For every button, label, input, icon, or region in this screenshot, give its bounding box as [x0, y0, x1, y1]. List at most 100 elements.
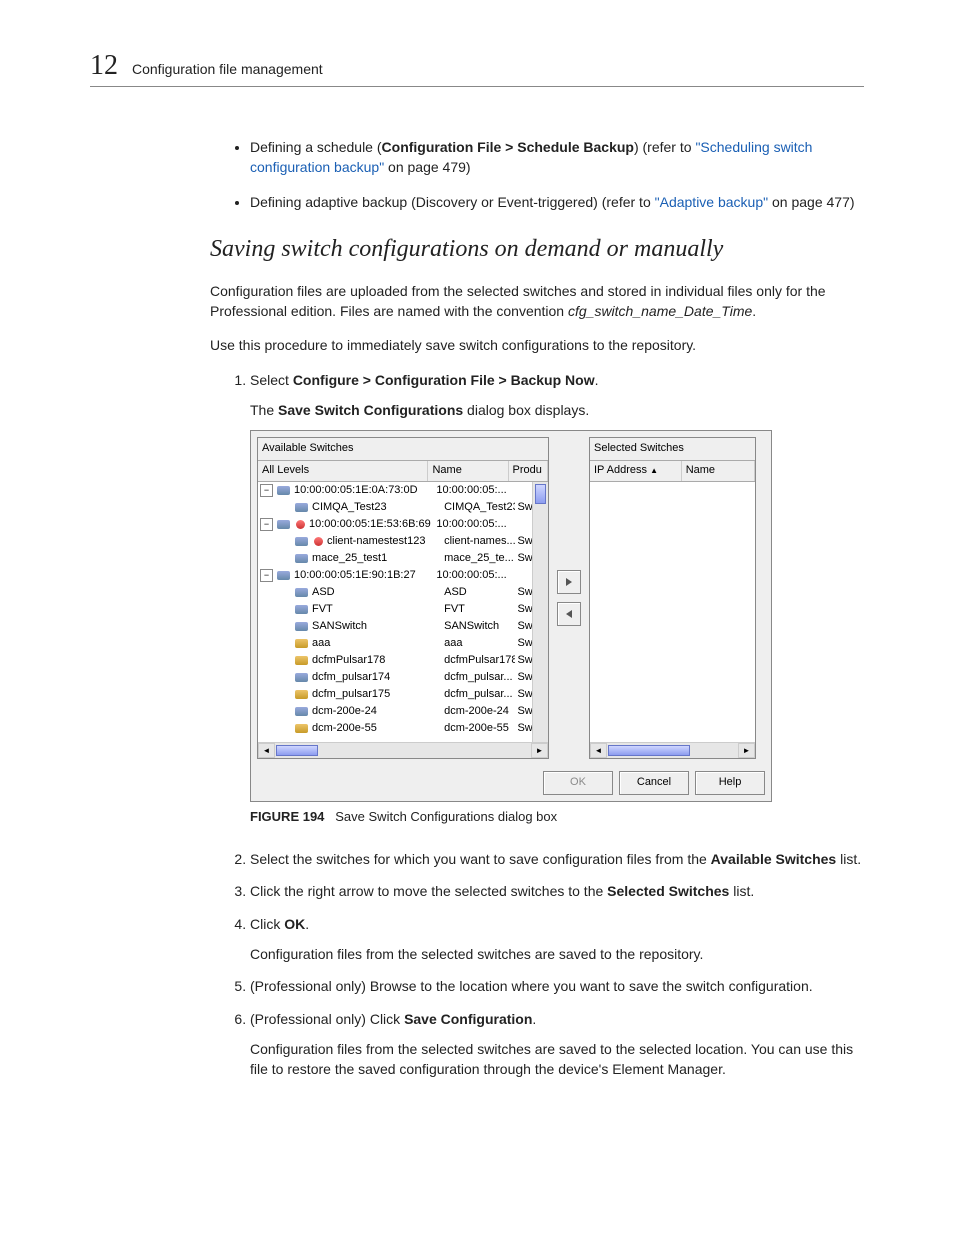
- row-name: aaa: [442, 636, 515, 652]
- chapter-title: Configuration file management: [132, 61, 323, 77]
- tree-row[interactable]: − 10:00:00:05:1E:53:6B:6910:00:00:05:...: [258, 516, 548, 533]
- xref-link[interactable]: "Adaptive backup": [655, 194, 768, 210]
- tree-row[interactable]: CIMQA_Test23CIMQA_Test23Switc: [258, 499, 548, 516]
- tree-row[interactable]: ASDASDSwitc: [258, 584, 548, 601]
- text: .: [532, 1011, 536, 1027]
- text: on page 479): [384, 159, 470, 175]
- figure-label: FIGURE 194: [250, 809, 324, 824]
- col-name[interactable]: Name: [428, 461, 508, 481]
- switch-icon: [295, 554, 308, 563]
- tree-row[interactable]: client-namestest123client-names...Switc: [258, 533, 548, 550]
- scrollbar-thumb[interactable]: [535, 484, 546, 504]
- tree-row[interactable]: dcm-200e-24dcm-200e-24Switc: [258, 703, 548, 720]
- step-sub: Configuration files from the selected sw…: [250, 944, 864, 964]
- move-right-button[interactable]: [557, 570, 581, 594]
- move-left-button[interactable]: [557, 602, 581, 626]
- panel-title: Available Switches: [258, 438, 548, 461]
- scrollbar-thumb[interactable]: [276, 745, 318, 756]
- selected-body[interactable]: [590, 482, 755, 742]
- chapter-number: 12: [90, 50, 118, 82]
- row-name: client-names...: [442, 534, 515, 550]
- horizontal-scrollbar[interactable]: ◄ ►: [258, 742, 548, 758]
- row-name: ASD: [442, 585, 515, 601]
- scroll-right-icon[interactable]: ►: [738, 743, 755, 758]
- chevron-right-icon: [564, 577, 574, 587]
- bullet-list: Defining a schedule (Configuration File …: [210, 137, 864, 212]
- available-switches-panel: Available Switches All Levels Name Produ…: [257, 437, 549, 759]
- selected-switches-panel: Selected Switches IP Address ▲ Name ◄: [589, 437, 756, 759]
- text: Click the right arrow to move the select…: [250, 883, 607, 899]
- col-levels[interactable]: All Levels: [258, 461, 428, 481]
- cancel-button[interactable]: Cancel: [619, 771, 689, 795]
- row-label: 10:00:00:05:1E:53:6B:69: [309, 517, 431, 533]
- text: on page 477): [768, 194, 854, 210]
- ui-label: Selected Switches: [607, 883, 729, 899]
- vertical-scrollbar[interactable]: [532, 482, 548, 742]
- tree-row[interactable]: dcfm_pulsar175dcfm_pulsar...Switc: [258, 686, 548, 703]
- step-item: Select the switches for which you want t…: [250, 849, 864, 869]
- row-name: 10:00:00:05:...: [434, 517, 513, 533]
- col-name[interactable]: Name: [682, 461, 755, 481]
- switch-icon: [295, 537, 308, 546]
- tree-row[interactable]: − 10:00:00:05:1E:0A:73:0D10:00:00:05:...: [258, 482, 548, 499]
- tree-toggle-icon[interactable]: −: [260, 518, 273, 531]
- column-headers: IP Address ▲ Name: [590, 461, 755, 482]
- bullet-item: Defining adaptive backup (Discovery or E…: [250, 192, 864, 212]
- tree-row[interactable]: aaaaaaSwitc: [258, 635, 548, 652]
- row-name: SANSwitch: [442, 619, 515, 635]
- help-button[interactable]: Help: [695, 771, 765, 795]
- ui-label: OK: [284, 916, 305, 932]
- row-name: FVT: [442, 602, 515, 618]
- status-dot-icon: [296, 520, 305, 529]
- paragraph: Configuration files are uploaded from th…: [210, 281, 864, 322]
- row-label: CIMQA_Test23: [312, 500, 387, 516]
- tree-row[interactable]: dcfmPulsar178dcfmPulsar178Switc: [258, 652, 548, 669]
- scroll-right-icon[interactable]: ►: [531, 743, 548, 758]
- horizontal-scrollbar[interactable]: ◄ ►: [590, 742, 755, 758]
- row-label: dcm-200e-24: [312, 704, 377, 720]
- row-label: mace_25_test1: [312, 551, 387, 567]
- bullet-item: Defining a schedule (Configuration File …: [250, 137, 864, 178]
- tree-row[interactable]: dcfm_pulsar174dcfm_pulsar...Switc: [258, 669, 548, 686]
- step-item: Click the right arrow to move the select…: [250, 881, 864, 901]
- row-label: 10:00:00:05:1E:0A:73:0D: [294, 483, 418, 499]
- switch-icon: [295, 639, 308, 648]
- scrollbar-thumb[interactable]: [608, 745, 690, 756]
- status-dot-icon: [314, 537, 323, 546]
- text: .: [305, 916, 309, 932]
- page-header: 12 Configuration file management: [90, 50, 864, 87]
- switch-icon: [295, 707, 308, 716]
- text: (Professional only) Click: [250, 1011, 404, 1027]
- menu-path: Configure > Configuration File > Backup …: [293, 372, 595, 388]
- figure-caption: FIGURE 194 Save Switch Configurations di…: [250, 808, 864, 827]
- tree-row[interactable]: SANSwitchSANSwitchSwitc: [258, 618, 548, 635]
- text: Defining adaptive backup (Discovery or E…: [250, 194, 655, 210]
- text: Click: [250, 916, 284, 932]
- switch-icon: [277, 520, 290, 529]
- tree-row[interactable]: − 10:00:00:05:1E:90:1B:2710:00:00:05:...: [258, 567, 548, 584]
- col-product[interactable]: Produ: [509, 461, 548, 481]
- ok-button[interactable]: OK: [543, 771, 613, 795]
- text: Select: [250, 372, 293, 388]
- ui-label: Save Configuration: [404, 1011, 532, 1027]
- step-item: (Professional only) Browse to the locati…: [250, 976, 864, 996]
- move-buttons: [555, 437, 583, 759]
- scroll-left-icon[interactable]: ◄: [258, 743, 275, 758]
- dialog-name: Save Switch Configurations: [278, 402, 463, 418]
- menu-path: Configuration File > Schedule Backup: [382, 139, 634, 155]
- switch-icon: [277, 571, 290, 580]
- step-sub: Configuration files from the selected sw…: [250, 1039, 864, 1080]
- tree-toggle-icon[interactable]: −: [260, 484, 273, 497]
- tree-toggle-icon[interactable]: −: [260, 569, 273, 582]
- switch-icon: [295, 690, 308, 699]
- row-label: ASD: [312, 585, 335, 601]
- step-sub: The Save Switch Configurations dialog bo…: [250, 400, 864, 420]
- tree-body[interactable]: − 10:00:00:05:1E:0A:73:0D10:00:00:05:...…: [258, 482, 548, 742]
- text: list.: [836, 851, 861, 867]
- scroll-left-icon[interactable]: ◄: [590, 743, 607, 758]
- tree-row[interactable]: dcm-200e-55dcm-200e-55Switc: [258, 720, 548, 737]
- col-ip[interactable]: IP Address ▲: [590, 461, 682, 481]
- tree-row[interactable]: mace_25_test1mace_25_te...Switc: [258, 550, 548, 567]
- tree-row[interactable]: FVTFVTSwitc: [258, 601, 548, 618]
- row-name: CIMQA_Test23: [442, 500, 515, 516]
